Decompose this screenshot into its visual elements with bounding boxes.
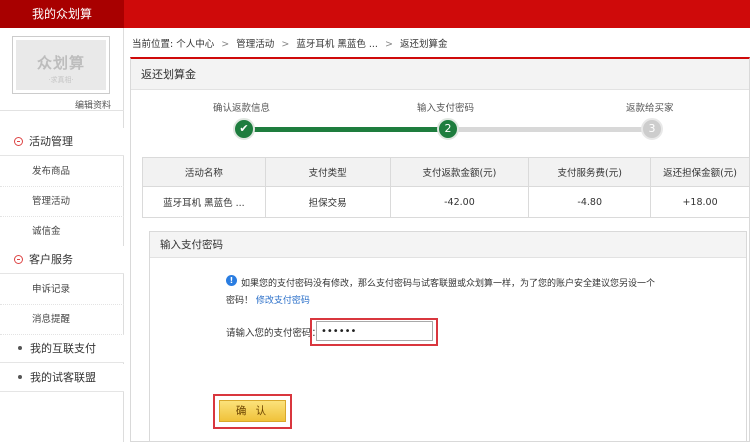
payment-type-cell: 担保交易 [264, 186, 391, 218]
table-row: 蓝牙耳机 黑蓝色 ... 担保交易 -42.00 -4.80 +18.00 [142, 186, 750, 218]
column-header: 活动名称 [142, 157, 266, 187]
step-track-todo [448, 127, 652, 132]
column-header: 返还担保金额(元) [650, 157, 750, 187]
bullet-icon [18, 346, 22, 350]
avatar[interactable]: 众划算 ·求真相· [12, 36, 110, 94]
deposit-return-cell: +18.00 [650, 186, 750, 218]
check-icon: ✔ [233, 118, 255, 140]
confirm-button[interactable]: 确 认 [219, 400, 286, 422]
step-3-icon: 3 [641, 118, 663, 140]
breadcrumb-separator: > [384, 39, 393, 50]
password-section-title: 输入支付密码 [150, 232, 746, 258]
password-input[interactable] [316, 321, 433, 341]
table-header-row: 活动名称 支付类型 支付返款金额(元) 支付服务费(元) 返还担保金额(元) [142, 157, 750, 187]
info-text-line2: 密码！ 修改支付密码 [226, 293, 310, 306]
bullet-icon [18, 375, 22, 379]
sidebar-group-activity[interactable]: 活动管理 [0, 128, 124, 156]
sidebar-item-messages[interactable]: 消息提醒 [0, 305, 124, 335]
activity-name-cell: 蓝牙耳机 黑蓝色 ... [142, 186, 266, 218]
breadcrumb-item-manage[interactable]: 管理活动 [236, 39, 274, 50]
column-header: 支付服务费(元) [528, 157, 652, 187]
sidebar-group-label: 我的试客联盟 [30, 371, 96, 384]
app-title[interactable]: 我的众划算 [0, 0, 124, 28]
logo-subtext: ·求真相· [48, 76, 74, 84]
page-title: 返还划算金 [131, 59, 749, 90]
service-fee-cell: -4.80 [528, 186, 652, 218]
info-text-prefix: 密码！ [226, 296, 254, 306]
step-track-done [245, 127, 448, 132]
refund-amount-cell: -42.00 [389, 186, 530, 218]
refund-table: 活动名称 支付类型 支付返款金额(元) 支付服务费(元) 返还担保金额(元) 蓝… [142, 157, 750, 218]
step-2-icon: 2 [437, 118, 459, 140]
sidebar-group-service[interactable]: 客户服务 [0, 246, 124, 274]
logo-text: 众划算 [36, 54, 85, 72]
sidebar-item-deposit[interactable]: 诚信金 [0, 217, 124, 247]
sidebar-group-alliance[interactable]: 我的试客联盟 [0, 364, 124, 392]
collapse-icon [14, 255, 23, 264]
sidebar-item-appeals[interactable]: 申诉记录 [0, 275, 124, 305]
collapse-icon [14, 137, 23, 146]
breadcrumb-item-center[interactable]: 个人中心 [176, 39, 214, 50]
sidebar-group-label: 活动管理 [29, 135, 73, 148]
step-label-password: 输入支付密码 [417, 103, 475, 114]
breadcrumb-separator: > [221, 39, 230, 50]
sidebar: 众划算 ·求真相· 编辑资料 活动管理 发布商品 管理活动 诚信金 客户服务 申… [0, 28, 124, 442]
info-icon: ! [226, 275, 237, 286]
column-header: 支付返款金额(元) [389, 157, 530, 187]
sidebar-group-label: 我的互联支付 [30, 342, 96, 355]
breadcrumb: 当前位置: 个人中心 > 管理活动 > 蓝牙耳机 黑蓝色 ... > 返还划算金 [132, 36, 447, 50]
logo: 众划算 ·求真相· [16, 40, 106, 90]
sidebar-divider [0, 110, 124, 111]
breadcrumb-item-current: 返还划算金 [399, 39, 448, 50]
sidebar-group-label: 客户服务 [29, 253, 73, 266]
step-label-confirm: 确认返款信息 [213, 103, 271, 114]
top-bar: 我的众划算 [0, 0, 750, 28]
password-label: 请输入您的支付密码： [226, 328, 322, 339]
info-text: 如果您的支付密码没有修改，那么支付密码与试客联盟或众划算一样，为了您的账户安全建… [241, 279, 656, 289]
column-header: 支付类型 [264, 157, 391, 187]
sidebar-group-payment[interactable]: 我的互联支付 [0, 335, 124, 363]
breadcrumb-item-product[interactable]: 蓝牙耳机 黑蓝色 ... [296, 39, 378, 50]
sidebar-item-manage[interactable]: 管理活动 [0, 187, 124, 217]
breadcrumb-separator: > [281, 39, 290, 50]
step-label-refund: 返款给买家 [626, 103, 674, 114]
sidebar-item-publish[interactable]: 发布商品 [0, 157, 124, 187]
change-password-link[interactable]: 修改支付密码 [256, 296, 310, 306]
breadcrumb-prefix: 当前位置: [132, 39, 174, 50]
